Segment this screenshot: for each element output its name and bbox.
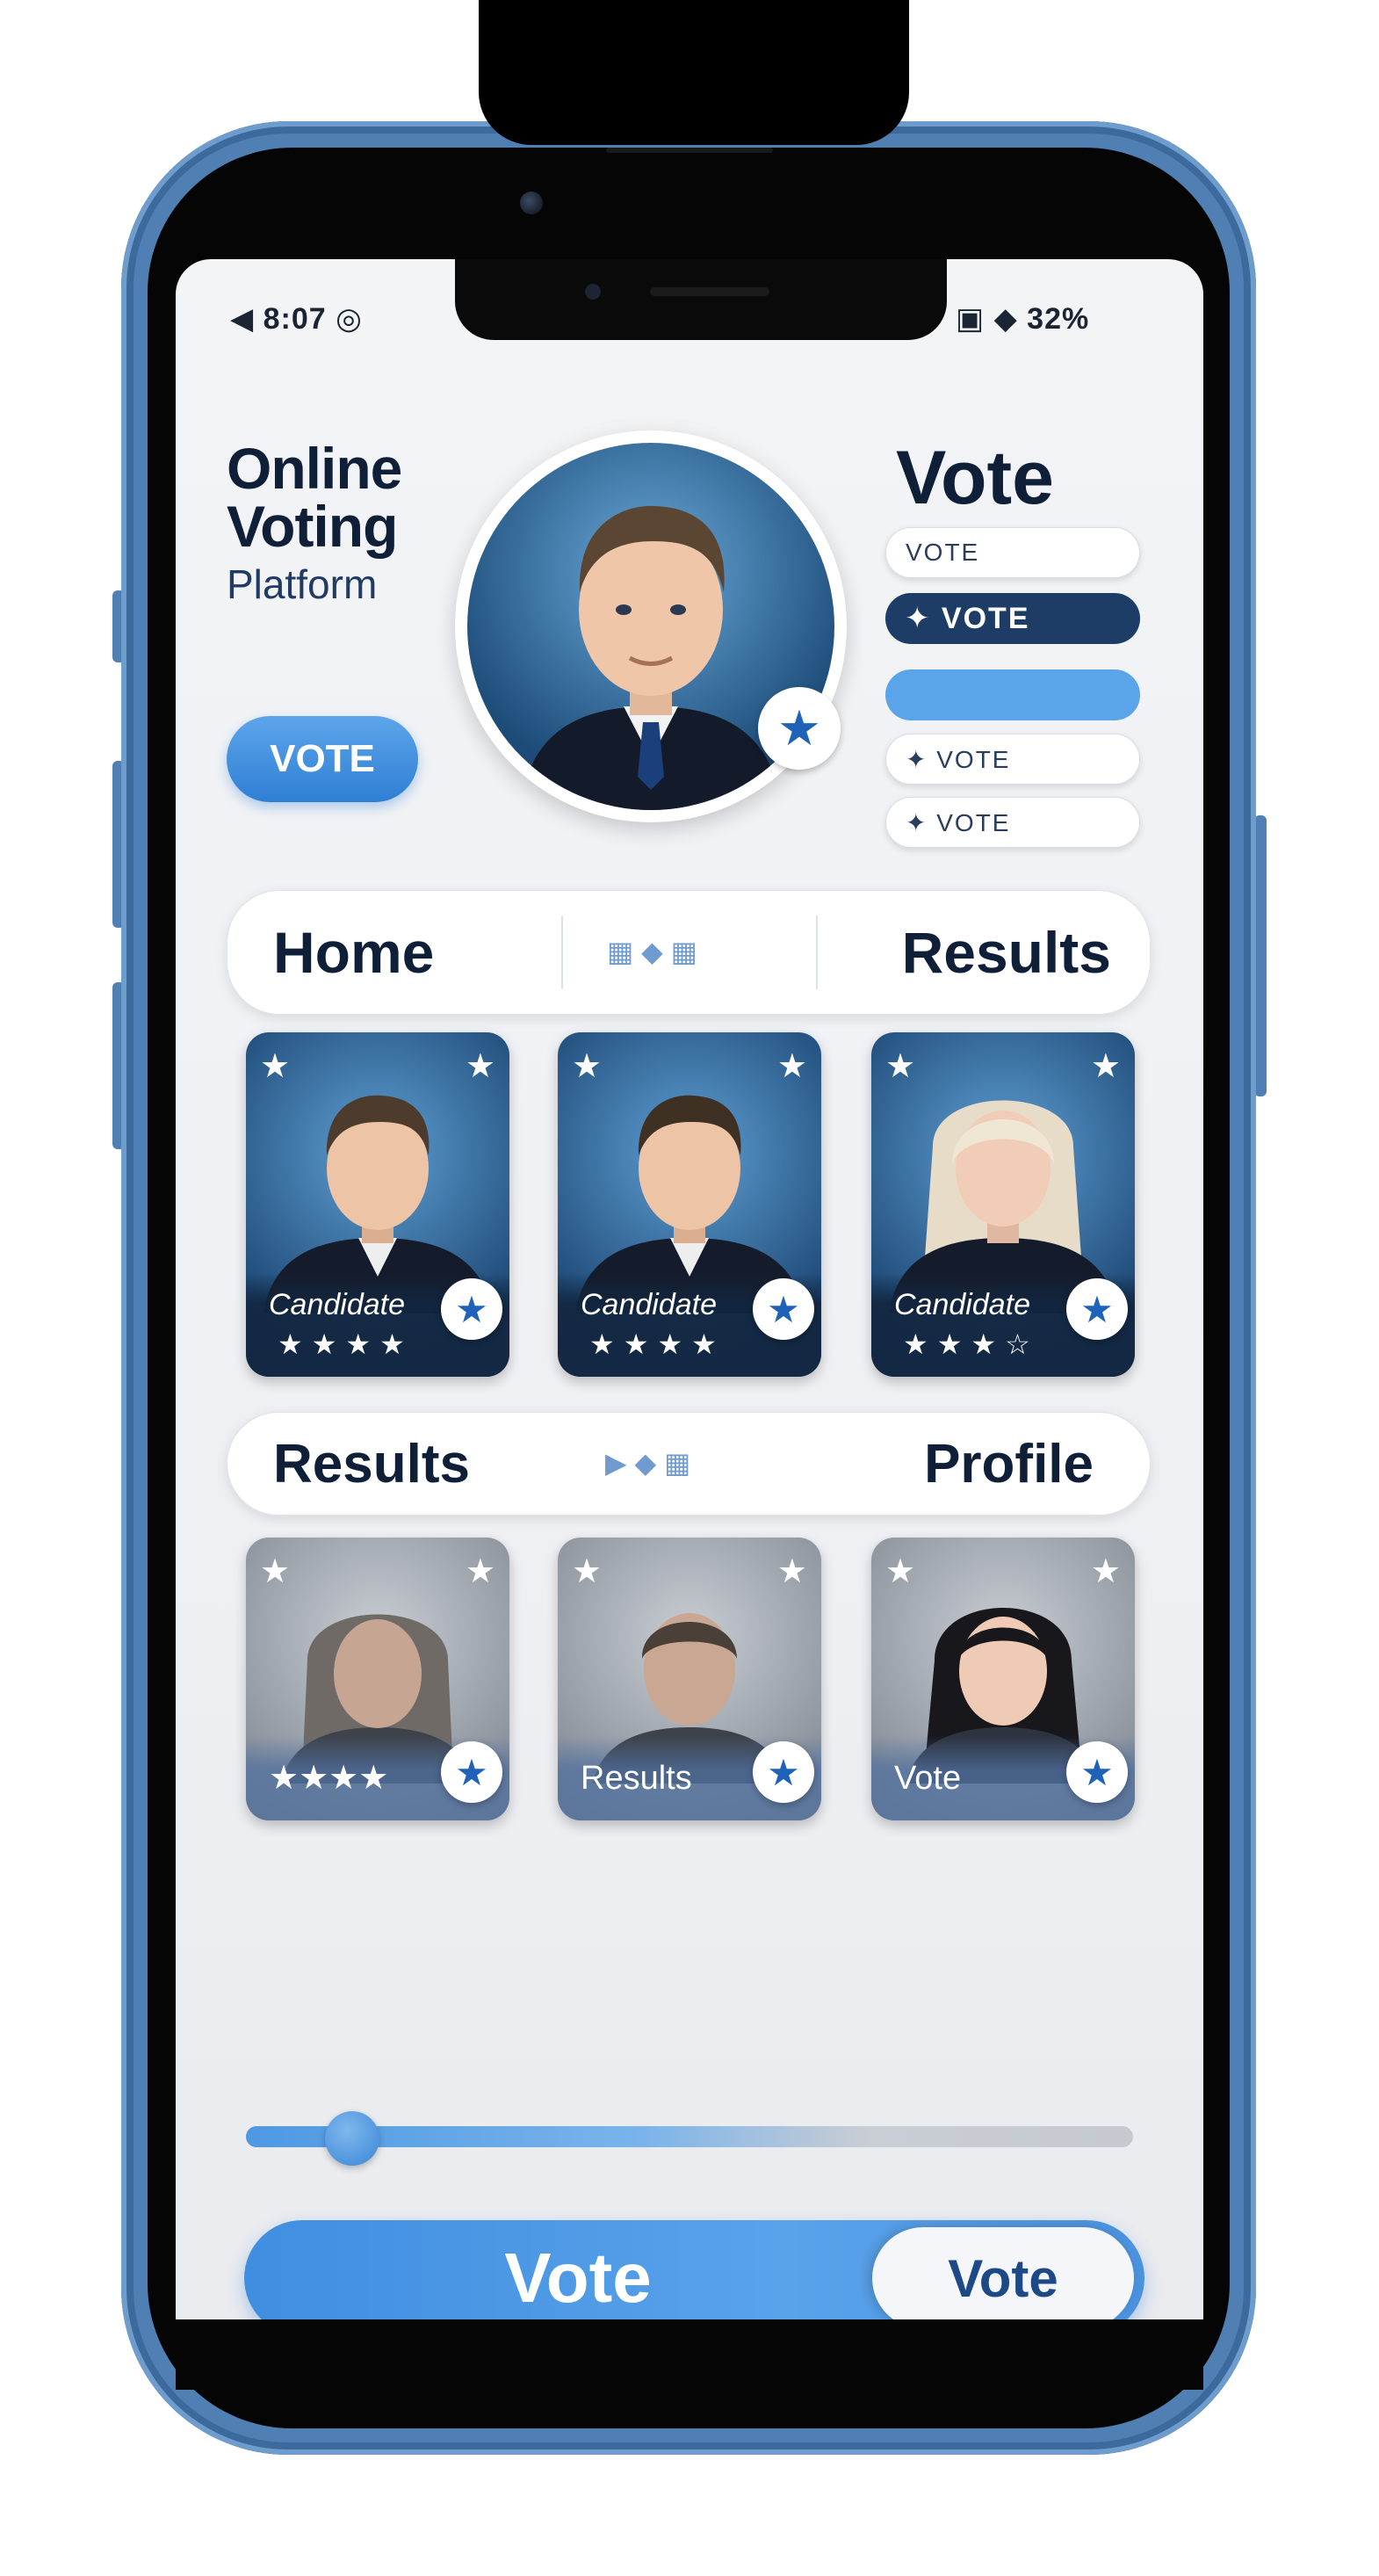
star-icon: ★ [776,1048,807,1085]
star-icon: ★ [1090,1048,1121,1085]
star-icon: ★ [776,1553,807,1590]
title-line-2: Voting [227,494,398,559]
front-camera [520,192,543,214]
nav-home[interactable]: Home [273,891,434,1014]
phone-notch [479,0,909,145]
star-icon[interactable]: ★ [441,1278,502,1340]
candidate-name: Candidate [894,1288,1031,1321]
second-nav-bar: Results ▶ ◆ ▦ Profile [227,1412,1151,1516]
vote-pill-button[interactable]: VOTE [227,716,418,802]
star-icon[interactable]: ★ [753,1741,814,1803]
star-icon[interactable]: ★ [753,1278,814,1340]
candidate-label: ★★★★ [269,1760,389,1797]
candidate-name: Candidate [581,1288,718,1321]
candidate-card-1[interactable]: ★ ★ Candidate ★★★★ ★ [246,1032,509,1377]
star-icon: ★ [1090,1553,1121,1590]
phone-power-button [1254,815,1267,1096]
nav-results[interactable]: Results [902,891,1111,1014]
vote-option-5[interactable]: ✦ VOTE [885,797,1140,848]
app-screen: ◀ 8:07 ◎ ▣ ◆ 32% Online Voting Platform … [176,259,1203,2319]
star-icon: ★ [572,1553,603,1590]
candidate-card-5[interactable]: ★ ★ Results ★ [558,1538,821,1820]
vote-button-label: Vote [504,2239,652,2317]
star-icon[interactable]: ★ [441,1741,502,1803]
nav-center-icons[interactable]: ▦ ◆ ▦ [607,935,697,968]
status-battery: ▣ ◆ 32% [956,302,1090,336]
nav-profile[interactable]: Profile [924,1413,1094,1515]
candidate-label: Results [581,1760,692,1797]
vote-option-3[interactable] [885,669,1140,720]
star-icon: ★ [885,1553,916,1590]
vote-option-4[interactable]: ✦ VOTE [885,734,1140,785]
candidate-name: Candidate [269,1288,406,1321]
status-time: ◀ 8:07 ◎ [230,302,363,336]
candidate-label: Vote [894,1760,962,1797]
vote-option-1[interactable]: VOTE [885,527,1140,578]
nav-results-2[interactable]: Results [273,1413,470,1515]
vote-toggle-button[interactable]: Vote Vote [244,2220,1144,2319]
star-icon: ★ [758,687,841,770]
star-icon: ★ [572,1048,603,1085]
candidate-rating: ★★★★ [278,1328,414,1360]
candidate-rating: ★★★☆ [903,1328,1039,1360]
vote-toggle-knob[interactable]: Vote [872,2227,1134,2319]
star-icon: ★ [465,1048,495,1085]
candidate-rating: ★★★★ [589,1328,726,1360]
star-icon[interactable]: ★ [1066,1278,1128,1340]
screen-notch [455,259,947,340]
page-title: Online Voting Platform [227,436,402,607]
title-line-1: Online [227,436,402,501]
earpiece-speaker [606,148,773,153]
candidate-card-6[interactable]: ★ ★ Vote ★ [871,1538,1135,1820]
vote-slider-handle[interactable] [325,2111,379,2166]
candidate-card-2[interactable]: ★ ★ Candidate ★★★★ ★ [558,1032,821,1377]
nav-center-icons-2[interactable]: ▶ ◆ ▦ [605,1446,690,1480]
screen-bottom-edge [176,2319,1203,2390]
star-icon: ★ [260,1553,291,1590]
candidate-card-3[interactable]: ★ ★ Candidate ★★★☆ ★ [871,1032,1135,1377]
featured-candidate-avatar[interactable]: ★ [455,431,847,822]
star-icon[interactable]: ★ [1066,1741,1128,1803]
vote-option-2[interactable]: ✦ VOTE [885,593,1140,644]
candidate-card-4[interactable]: ★ ★ ★★★★ ★ [246,1538,509,1820]
star-icon: ★ [885,1048,916,1085]
star-icon: ★ [465,1553,495,1590]
vote-heading: Vote [896,436,1054,520]
top-nav-bar: Home ▦ ◆ ▦ Results [227,890,1151,1015]
title-line-3: Platform [227,561,378,607]
star-icon: ★ [260,1048,291,1085]
